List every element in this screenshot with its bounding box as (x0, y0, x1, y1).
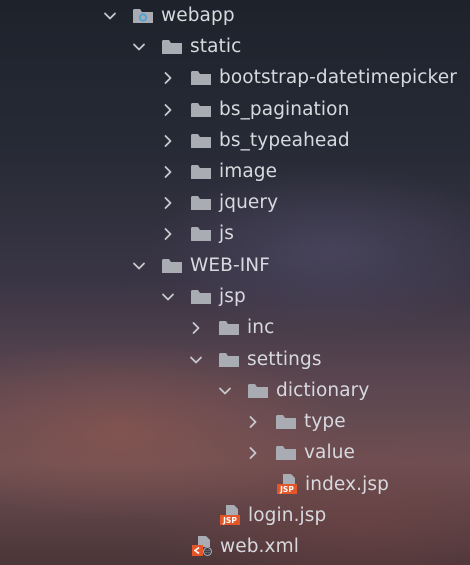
folder-icon (247, 382, 269, 400)
tree-node-label: jsp (219, 286, 246, 307)
web-folder-icon (132, 7, 154, 25)
chevron-right-icon[interactable] (161, 227, 175, 241)
tree-node-label: jquery (219, 192, 279, 213)
tree-node-web-inf[interactable]: WEB-INF (0, 250, 470, 281)
tree-node-label: js (219, 223, 234, 244)
chevron-right-icon[interactable] (189, 321, 203, 335)
jsp-file-icon: JSP (276, 473, 298, 494)
chevron-right-icon[interactable] (161, 165, 175, 179)
folder-icon (190, 194, 212, 212)
chevron-right-icon[interactable] (161, 71, 175, 85)
tree-node-label: bs_typeahead (219, 130, 350, 151)
tree-node-webapp[interactable]: webapp (0, 0, 470, 31)
tree-node-label: settings (247, 349, 322, 370)
folder-icon (218, 351, 240, 369)
tree-node-bs-pagination[interactable]: bs_pagination (0, 94, 470, 125)
chevron-down-icon[interactable] (161, 290, 175, 304)
tree-node-image[interactable]: image (0, 156, 470, 187)
tree-node-label: index.jsp (305, 474, 389, 495)
tree-node-label: webapp (161, 5, 235, 26)
folder-icon (218, 319, 240, 337)
folder-icon (190, 288, 212, 306)
svg-text:JSP: JSP (279, 485, 294, 494)
tree-node-bootstrap-datetimepicker[interactable]: bootstrap-datetimepicker (0, 62, 470, 93)
tree-node-settings[interactable]: settings (0, 344, 470, 375)
tree-node-login-jsp[interactable]: JSP login.jsp (0, 500, 470, 531)
tree-node-js[interactable]: js (0, 218, 470, 249)
tree-node-type[interactable]: type (0, 406, 470, 437)
tree-node-web-xml[interactable]: web.xml (0, 531, 470, 562)
tree-node-label: image (219, 161, 278, 182)
tree-node-label: type (304, 411, 346, 432)
chevron-right-icon[interactable] (161, 134, 175, 148)
folder-icon (190, 69, 212, 87)
tree-node-jquery[interactable]: jquery (0, 187, 470, 218)
tree-node-label: web.xml (220, 536, 299, 557)
folder-icon (161, 257, 183, 275)
tree-node-label: value (304, 442, 356, 463)
folder-icon (190, 132, 212, 150)
chevron-right-icon[interactable] (246, 446, 260, 460)
chevron-right-icon[interactable] (161, 196, 175, 210)
tree-node-label: login.jsp (248, 505, 327, 526)
tree-node-static[interactable]: static (0, 31, 470, 62)
tree-node-jsp[interactable]: jsp (0, 281, 470, 312)
folder-icon (190, 163, 212, 181)
tree-node-label: inc (247, 317, 275, 338)
folder-icon (190, 101, 212, 119)
tree-node-label: static (190, 36, 242, 57)
chevron-down-icon[interactable] (103, 9, 117, 23)
folder-icon (275, 444, 297, 462)
chevron-down-icon[interactable] (132, 40, 146, 54)
tree-node-label: bs_pagination (219, 99, 350, 120)
tree-node-label: bootstrap-datetimepicker (219, 67, 457, 88)
svg-text:JSP: JSP (222, 516, 237, 525)
folder-icon (275, 413, 297, 431)
chevron-right-icon[interactable] (246, 415, 260, 429)
tree-node-dictionary[interactable]: dictionary (0, 375, 470, 406)
tree-node-label: dictionary (276, 380, 370, 401)
xml-file-icon (191, 535, 213, 556)
folder-icon (161, 38, 183, 56)
folder-icon (190, 225, 212, 243)
tree-node-bs-typeahead[interactable]: bs_typeahead (0, 125, 470, 156)
tree-node-label: WEB-INF (190, 255, 270, 276)
tree-node-index-jsp[interactable]: JSP index.jsp (0, 469, 470, 500)
chevron-down-icon[interactable] (189, 353, 203, 367)
tree-node-inc[interactable]: inc (0, 312, 470, 343)
chevron-down-icon[interactable] (132, 259, 146, 273)
project-tree: webapp static bootstrap-datetimepicker b… (0, 0, 470, 565)
tree-node-value[interactable]: value (0, 437, 470, 468)
jsp-file-icon: JSP (219, 504, 241, 525)
chevron-right-icon[interactable] (161, 103, 175, 117)
chevron-down-icon[interactable] (218, 384, 232, 398)
